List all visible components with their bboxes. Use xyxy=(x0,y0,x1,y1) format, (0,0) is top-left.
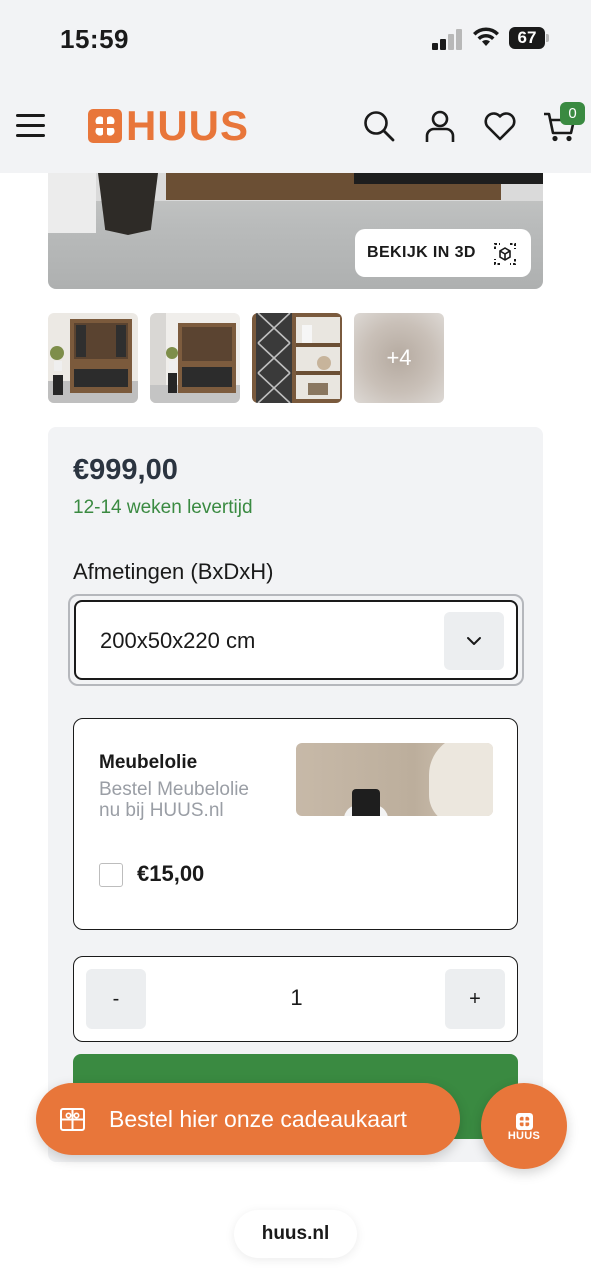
quantity-stepper: 1 - + xyxy=(73,956,518,1042)
wishlist-heart-icon[interactable] xyxy=(482,108,518,144)
upsell-product-image xyxy=(296,743,493,816)
thumbnail-2[interactable] xyxy=(150,313,240,403)
search-icon[interactable] xyxy=(361,108,397,144)
upsell-description: Bestel Meubelolie nu bij HUUS.nl xyxy=(99,779,249,821)
dimensions-label: Afmetingen (BxDxH) xyxy=(73,559,274,584)
upsell-price: €15,00 xyxy=(137,861,205,886)
cart-count-badge: 0 xyxy=(560,102,585,125)
logo-mark-icon xyxy=(516,1113,533,1130)
brand-logo[interactable]: HUUS xyxy=(88,102,250,149)
dimensions-select[interactable]: 200x50x220 cm xyxy=(74,600,518,680)
status-time: 15:59 xyxy=(60,24,129,54)
delivery-time: 12-14 weken levertijd xyxy=(73,497,253,518)
dimensions-select-focus-ring: 200x50x220 cm xyxy=(68,594,524,686)
product-panel: €999,00 12-14 weken levertijd Afmetingen… xyxy=(48,427,543,1162)
product-price: €999,00 xyxy=(73,454,178,486)
browser-url-bar[interactable]: huus.nl xyxy=(234,1210,357,1258)
logo-mark-icon xyxy=(88,109,122,143)
quantity-increase-button[interactable]: + xyxy=(445,969,505,1029)
giftcard-label: Bestel hier onze cadeaukaart xyxy=(109,1106,407,1132)
view-3d-label: BEKIJK IN 3D xyxy=(367,244,476,261)
chevron-down-icon xyxy=(467,637,481,645)
thumbnail-strip: +4 xyxy=(48,313,444,403)
thumbnail-1[interactable] xyxy=(48,313,138,403)
stool-image-detail xyxy=(98,173,158,235)
quantity-decrease-button[interactable]: - xyxy=(86,969,146,1029)
wifi-icon xyxy=(473,27,499,46)
upsell-checkbox[interactable] xyxy=(99,863,123,887)
gift-card-icon xyxy=(60,1108,85,1131)
3d-view-icon xyxy=(494,243,516,265)
site-header: HUUS xyxy=(0,80,591,173)
huus-chat-button[interactable]: HUUS xyxy=(481,1083,567,1169)
upsell-card: Meubelolie Bestel Meubelolie nu bij HUUS… xyxy=(73,718,518,930)
giftcard-button[interactable]: Bestel hier onze cadeaukaart xyxy=(36,1083,460,1155)
battery-level: 67 xyxy=(509,27,545,49)
brand-name: HUUS xyxy=(126,102,250,149)
battery-icon: 67 xyxy=(509,27,549,49)
dimensions-selected-value: 200x50x220 cm xyxy=(100,628,256,653)
chat-button-label: HUUS xyxy=(507,1130,541,1142)
upsell-title: Meubelolie xyxy=(99,752,198,773)
more-images-count: +4 xyxy=(386,345,412,370)
product-main-image[interactable]: BEKIJK IN 3D xyxy=(48,173,543,289)
select-dropdown-button[interactable] xyxy=(444,612,504,670)
menu-icon[interactable] xyxy=(16,114,46,138)
thumbnail-3[interactable] xyxy=(252,313,342,403)
view-3d-button[interactable]: BEKIJK IN 3D xyxy=(355,229,531,277)
account-icon[interactable] xyxy=(422,108,458,144)
status-bar: 15:59 67 xyxy=(0,0,591,80)
more-images-button[interactable]: +4 xyxy=(354,313,444,403)
cellular-signal-icon xyxy=(432,28,464,50)
